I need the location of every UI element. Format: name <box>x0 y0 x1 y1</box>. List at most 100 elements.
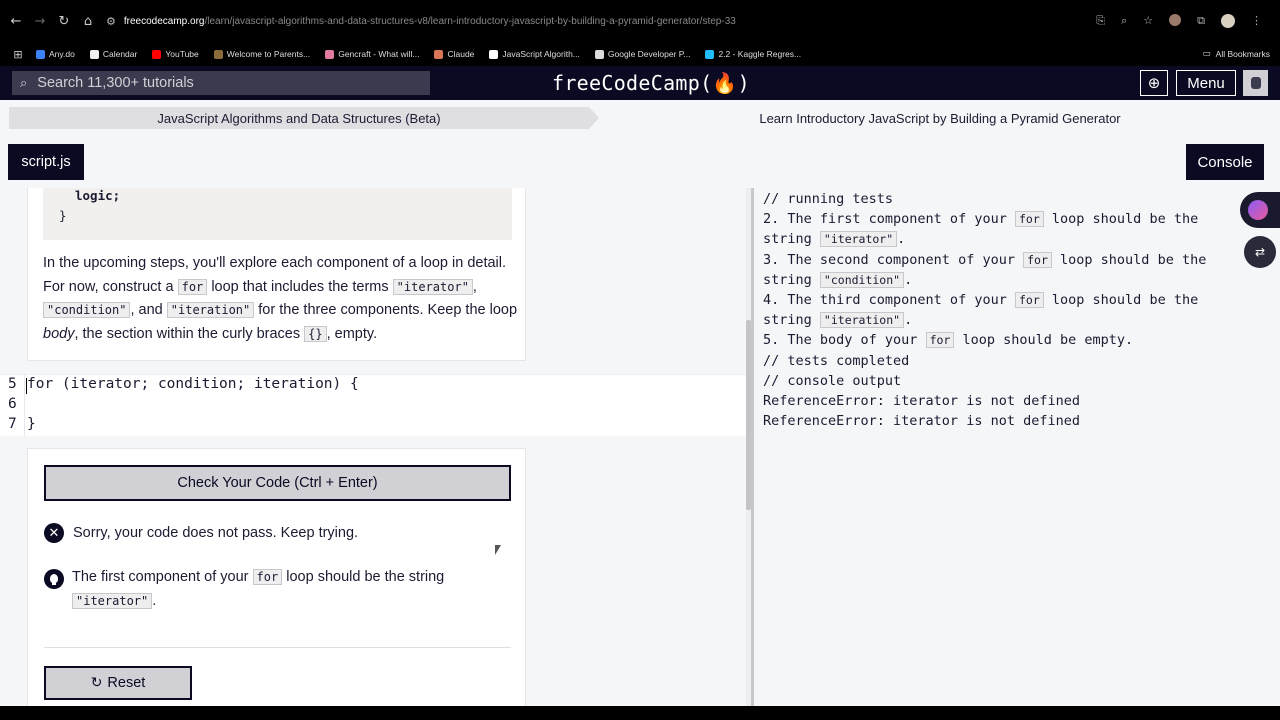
more-icon[interactable]: ⋮ <box>1251 14 1262 28</box>
console-line: // tests completed <box>763 352 910 369</box>
editor-line[interactable]: 7 } <box>0 416 746 436</box>
translate-icon[interactable]: ⇄ <box>1244 236 1276 268</box>
extension-float-button[interactable] <box>1240 192 1280 228</box>
console-text: 4. The third component of your <box>763 292 1007 309</box>
fail-text: Sorry, your code does not pass. Keep try… <box>73 525 359 541</box>
check-code-button[interactable]: Check Your Code (Ctrl + Enter) <box>44 465 511 501</box>
console-pane: // running tests 2. The first component … <box>754 188 1280 706</box>
bookmark-item[interactable]: YouTube <box>152 49 199 59</box>
hint-text-part: The first component of your <box>72 569 249 585</box>
inline-code: for <box>252 569 283 585</box>
editor-line[interactable]: 6 <box>0 396 746 416</box>
editor-line[interactable]: 5 for (iterator; condition; iteration) { <box>0 376 746 396</box>
bookmark-favicon-icon <box>489 49 499 59</box>
bookmark-label: JavaScript Algorith... <box>502 49 580 59</box>
console-line: 5. The body of your for loop should be e… <box>763 330 1233 350</box>
bookmark-favicon-icon <box>325 49 335 59</box>
console-error: ReferenceError: iterator is not defined <box>763 393 1080 410</box>
lightbulb-icon <box>44 569 64 589</box>
site-header: ⌕ Search 11,300+ tutorials freeCodeCamp(… <box>0 66 1280 100</box>
site-info-icon[interactable]: ⚙ <box>106 15 116 28</box>
reset-button[interactable]: ↻ Reset <box>44 666 192 700</box>
bookmark-label: Calendar <box>102 49 138 59</box>
console-text: 3. The second component of your <box>763 251 1015 268</box>
console-line: // running tests <box>763 191 894 207</box>
reload-icon[interactable]: ↻ <box>52 14 76 29</box>
console-error: ReferenceError: iterator is not defined <box>763 413 1080 430</box>
extensions-puzzle-icon[interactable]: ⧉ <box>1197 14 1205 28</box>
code-snippet: logic; } <box>43 188 512 240</box>
bookmark-item[interactable]: Gencraft - What will... <box>325 49 419 59</box>
apps-grid-icon[interactable]: ⊞ <box>0 48 36 61</box>
install-icon[interactable]: ⎘ <box>1096 14 1105 28</box>
inline-code: "iteration" <box>819 312 905 329</box>
console-text: 2. The first component of your <box>763 211 1007 228</box>
fail-message: ✕ Sorry, your code does not pass. Keep t… <box>44 523 358 543</box>
browser-toolbar: ← → ↻ ⌂ ⚙ freecodecamp.org/learn/javascr… <box>0 0 1280 42</box>
browser-actions: ⎘ ⌕ ☆ ⧉ ⋮ <box>1096 14 1262 28</box>
bookmark-item[interactable]: 2.2 - Kaggle Regres... <box>705 49 801 59</box>
line-number: 7 <box>8 416 17 432</box>
snippet-line: } <box>59 208 67 223</box>
home-icon[interactable]: ⌂ <box>76 14 100 29</box>
bookmark-item[interactable]: Calendar <box>89 49 138 59</box>
inline-code: "iteration" <box>166 302 255 318</box>
line-number: 6 <box>8 396 17 412</box>
bookmark-label: Google Developer P... <box>607 49 691 59</box>
back-icon[interactable]: ← <box>4 14 28 29</box>
user-icon[interactable] <box>1243 70 1268 96</box>
search-icon: ⌕ <box>20 75 28 91</box>
bookmarks-bar: ⊞ Any.do Calendar YouTube Welcome to Parent… <box>0 42 1280 66</box>
reset-label: Reset <box>107 675 146 691</box>
emphasis-text: body <box>43 325 75 342</box>
bookmark-label: Gencraft - What will... <box>338 49 420 59</box>
breadcrumb-project[interactable]: Learn Introductory JavaScript by Buildin… <box>600 107 1280 129</box>
bookmark-item[interactable]: Any.do <box>36 49 75 59</box>
step-description: In the upcoming steps, you'll explore ea… <box>43 252 519 346</box>
inline-code: "condition" <box>43 302 131 318</box>
folder-icon: ▭ <box>1202 49 1211 59</box>
bookmark-item[interactable]: Claude <box>434 49 474 59</box>
bookmark-favicon-icon <box>594 49 604 59</box>
all-bookmarks[interactable]: ▭ All Bookmarks <box>1203 49 1270 59</box>
bookmark-label: Welcome to Parents... <box>226 49 311 59</box>
bookmark-item[interactable]: JavaScript Algorith... <box>489 49 580 59</box>
bookmark-label: YouTube <box>165 49 199 59</box>
x-icon: ✕ <box>44 523 64 543</box>
extension-icon[interactable] <box>1169 14 1182 26</box>
console-text: loop should be empty. <box>962 332 1134 349</box>
globe-icon[interactable]: ⊕ <box>1140 70 1168 96</box>
line-code[interactable]: for (iterator; condition; iteration) { <box>27 376 359 392</box>
mouse-cursor <box>495 545 501 555</box>
divider <box>44 647 511 648</box>
breadcrumb: JavaScript Algorithms and Data Structure… <box>0 100 1280 136</box>
profile-avatar[interactable] <box>1221 14 1235 28</box>
url-path: /learn/javascript-algorithms-and-data-st… <box>204 15 736 27</box>
zoom-icon[interactable]: ⌕ <box>1121 14 1127 28</box>
console-line: 3. The second component of your for loop… <box>763 251 1215 288</box>
hint-text-part: . <box>152 593 157 609</box>
star-icon[interactable]: ☆ <box>1143 14 1153 28</box>
instructions-pane: logic; } In the upcoming steps, you'll e… <box>0 188 746 706</box>
forward-icon[interactable]: → <box>28 14 52 29</box>
bookmark-item[interactable]: Google Developer P... <box>594 49 691 59</box>
bookmark-item[interactable]: Welcome to Parents... <box>213 49 311 59</box>
line-code[interactable]: } <box>27 416 36 432</box>
description-card: logic; } In the upcoming steps, you'll e… <box>27 188 526 361</box>
tab-script-js[interactable]: script.js <box>8 144 84 180</box>
menu-button[interactable]: Menu <box>1176 70 1236 96</box>
search-bar[interactable]: ⌕ Search 11,300+ tutorials <box>12 71 430 95</box>
console-button[interactable]: Console <box>1186 144 1264 180</box>
address-bar[interactable]: ⚙ freecodecamp.org/learn/javascript-algo… <box>106 15 736 28</box>
breadcrumb-course[interactable]: JavaScript Algorithms and Data Structure… <box>9 107 589 129</box>
bookmark-favicon-icon <box>213 49 223 59</box>
search-input[interactable]: Search 11,300+ tutorials <box>37 75 194 91</box>
code-editor[interactable]: 5 for (iterator; condition; iteration) {… <box>0 374 746 437</box>
site-logo[interactable]: freeCodeCamp(🔥) <box>552 71 750 95</box>
console-output: // running tests 2. The first component … <box>763 189 1233 431</box>
line-number: 5 <box>8 376 17 392</box>
description-text: , empty. <box>326 325 378 342</box>
letterbox-bottom <box>0 706 1280 720</box>
console-line: // console output <box>763 372 902 389</box>
test-results-card: Check Your Code (Ctrl + Enter) ✕ Sorry, … <box>27 448 526 706</box>
